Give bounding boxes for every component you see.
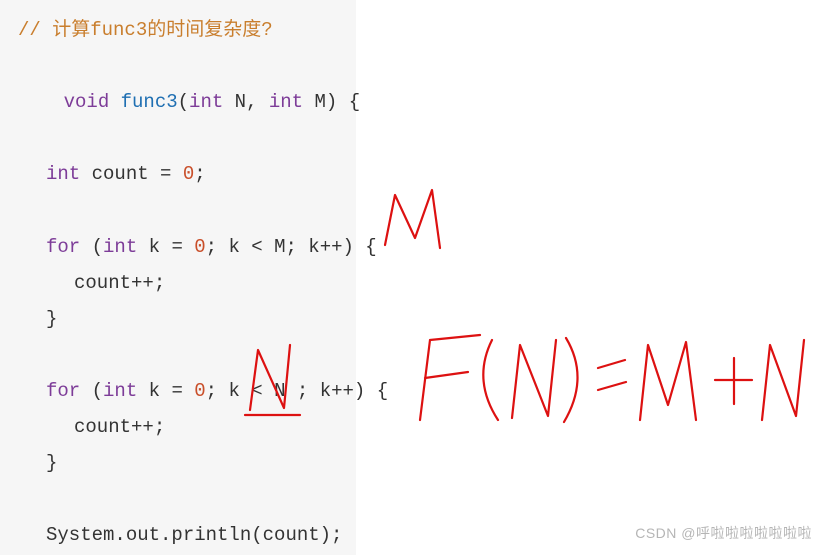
l3-zero: 0 xyxy=(183,163,194,185)
brace-close-2: } xyxy=(46,452,57,474)
watermark: CSDN @呼啦啦啦啦啦啦啦 xyxy=(635,520,812,547)
for2-zero: 0 xyxy=(194,380,205,402)
for2-open: ( xyxy=(80,380,103,402)
for2-init: k = xyxy=(137,380,194,402)
for1-cond: ; k < M; k++) { xyxy=(206,236,377,258)
func-name: func3 xyxy=(121,91,178,113)
for2-body: count++; xyxy=(74,416,165,438)
for1-init: k = xyxy=(137,236,194,258)
for2-int: int xyxy=(103,380,137,402)
l3-int: int xyxy=(46,163,80,185)
type-int-1: int xyxy=(189,91,223,113)
for2-cond: ; k < N ; k++) { xyxy=(206,380,388,402)
for1-open: ( xyxy=(80,236,103,258)
l3-rest: count = xyxy=(80,163,183,185)
for2-kw: for xyxy=(46,380,80,402)
for1-kw: for xyxy=(46,236,80,258)
code-block: // 计算func3的时间复杂度? void func3(int N, int … xyxy=(0,0,356,555)
println: System.out.println(count); xyxy=(46,524,342,546)
code-comment: // 计算func3的时间复杂度? xyxy=(18,19,273,41)
for1-body: count++; xyxy=(74,272,165,294)
hand-f-icon xyxy=(420,335,480,420)
hand-m-icon xyxy=(385,190,440,248)
param-m: M) { xyxy=(303,91,360,113)
for1-zero: 0 xyxy=(194,236,205,258)
for1-int: int xyxy=(103,236,137,258)
sig-open: ( xyxy=(178,91,189,113)
brace-close-1: } xyxy=(46,308,57,330)
kw-void: void xyxy=(64,91,110,113)
param-n: N, xyxy=(223,91,269,113)
l3-semi: ; xyxy=(194,163,205,185)
type-int-2: int xyxy=(269,91,303,113)
